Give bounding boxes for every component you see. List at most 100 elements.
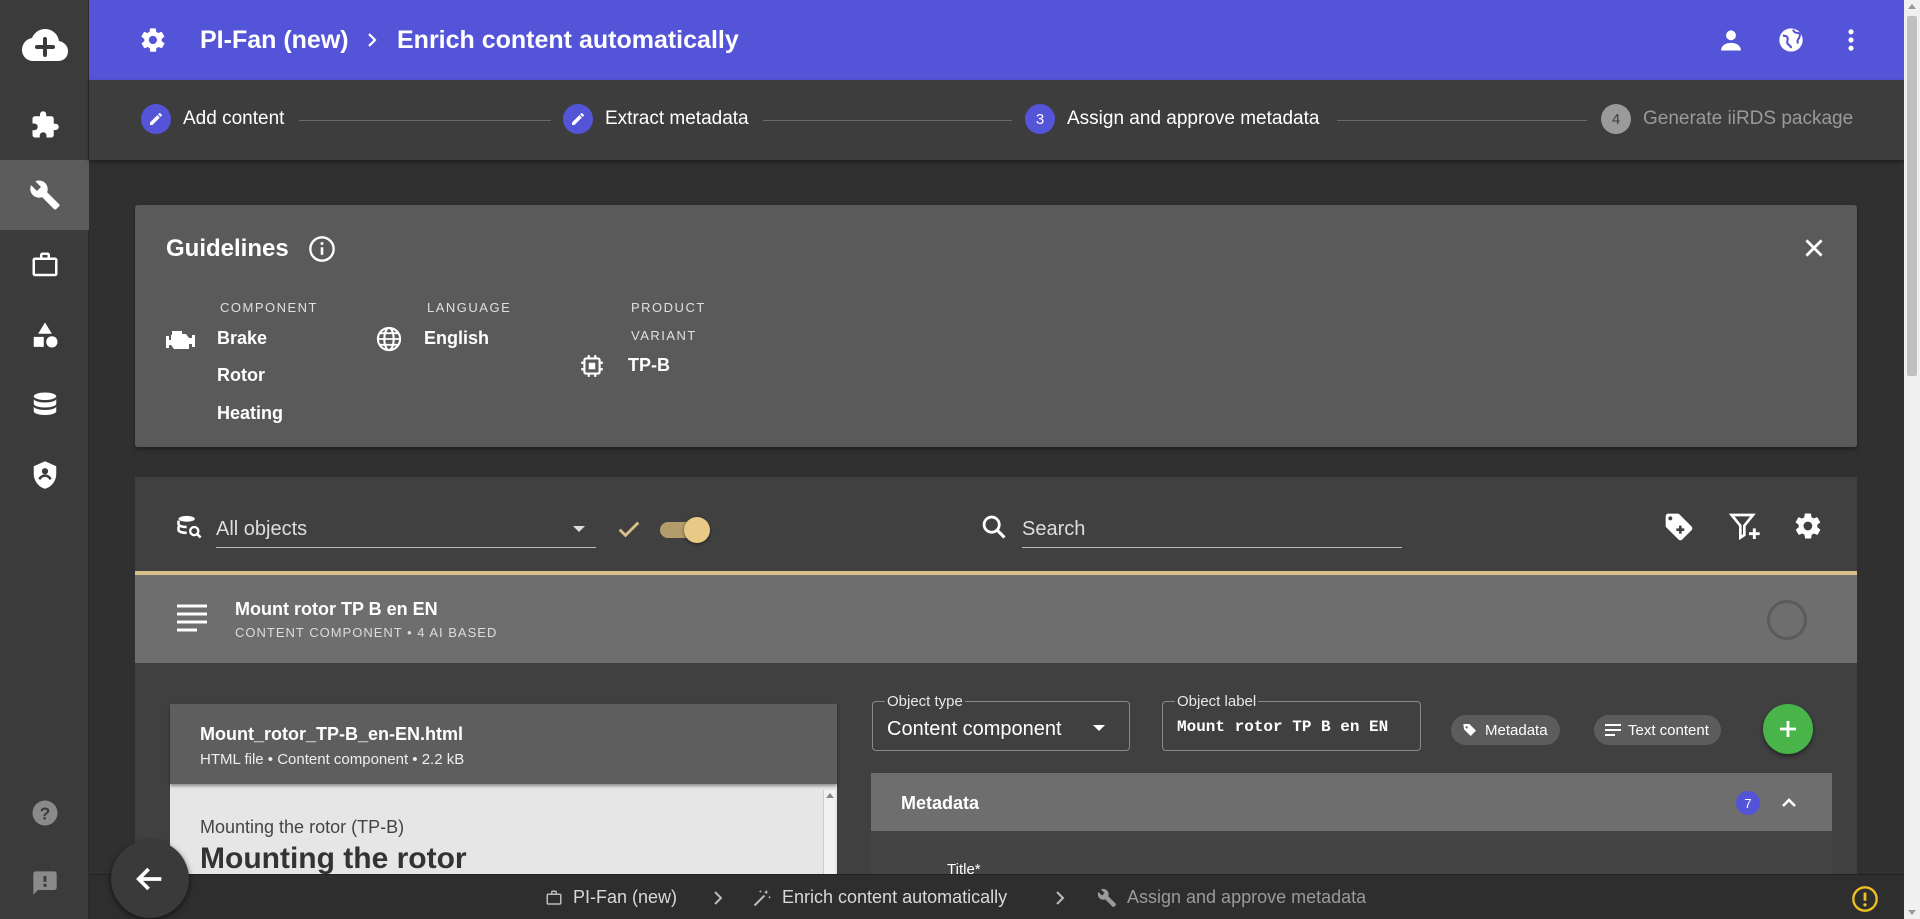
engine-icon xyxy=(166,327,196,353)
object-type-select[interactable]: Object type Content component xyxy=(872,693,1130,751)
object-label-field[interactable]: Object label Mount rotor TP B en EN xyxy=(1162,693,1421,751)
gear-icon[interactable] xyxy=(139,26,167,54)
header-page-title: Enrich content automatically xyxy=(397,26,739,54)
app-header: PI-Fan (new) Enrich content automaticall… xyxy=(89,0,1904,80)
bottom-crumb-project[interactable]: PI-Fan (new) xyxy=(545,887,677,908)
add-tag-icon[interactable] xyxy=(1663,511,1695,543)
pencil-icon xyxy=(563,104,593,134)
step-add-content[interactable]: Add content xyxy=(141,104,284,134)
dropdown-arrow-icon[interactable] xyxy=(571,523,587,535)
step-assign-approve-metadata[interactable]: 3 Assign and approve metadata xyxy=(1025,104,1319,134)
component-value: Brake xyxy=(217,328,268,348)
preview-title: Mounting the rotor xyxy=(200,842,467,875)
product-variant-label: VARIANT xyxy=(631,328,697,343)
text-lines-icon xyxy=(175,603,209,633)
step-connector xyxy=(763,120,1012,121)
user-icon[interactable] xyxy=(1717,26,1745,54)
product-variant-label: PRODUCT xyxy=(631,300,706,315)
chip-icon xyxy=(579,353,605,379)
text-content-chip-label: Text content xyxy=(1628,721,1709,739)
back-button[interactable] xyxy=(111,840,189,918)
bottom-crumb-label: PI-Fan (new) xyxy=(573,887,678,907)
object-label-label: Object label xyxy=(1175,693,1259,710)
text-content-chip[interactable]: Text content xyxy=(1594,715,1721,745)
scroll-up-icon[interactable] xyxy=(1908,4,1916,9)
workflow-stepper: Add content Extract metadata 3 Assign an… xyxy=(89,80,1904,160)
globe-icon[interactable] xyxy=(1777,26,1805,54)
metadata-chip[interactable]: Metadata xyxy=(1451,715,1560,745)
help-icon[interactable]: ? xyxy=(0,778,89,848)
language-label: LANGUAGE xyxy=(427,300,512,315)
text-lines-icon xyxy=(1605,724,1621,736)
step-label: Generate iiRDS package xyxy=(1643,108,1854,129)
chevron-right-icon xyxy=(711,888,725,908)
file-meta: HTML file • Content component • 2.2 kB xyxy=(200,751,465,768)
guidelines-title: Guidelines xyxy=(166,235,289,262)
select-underline xyxy=(216,547,596,548)
plus-icon xyxy=(1780,721,1796,737)
magic-wand-icon xyxy=(753,889,772,906)
more-vert-icon[interactable] xyxy=(1837,26,1865,54)
scroll-up-icon[interactable] xyxy=(826,793,834,798)
dropdown-arrow-icon xyxy=(1091,722,1107,734)
database-icon[interactable] xyxy=(0,370,89,440)
step-label: Assign and approve metadata xyxy=(1067,108,1320,129)
objects-panel: All objects Search Mount rotor TP B en E… xyxy=(135,477,1857,919)
add-button[interactable] xyxy=(1763,704,1813,754)
bottom-crumb-current: Assign and approve metadata xyxy=(1097,887,1366,908)
scroll-down-icon[interactable] xyxy=(1908,910,1916,915)
bottom-crumb-label: Assign and approve metadata xyxy=(1127,887,1367,907)
briefcase-icon xyxy=(546,890,562,905)
component-label: COMPONENT xyxy=(220,300,318,315)
briefcase-icon[interactable] xyxy=(0,230,89,300)
approved-toggle[interactable] xyxy=(660,517,710,543)
step-label: Add content xyxy=(183,108,285,129)
puzzle-icon[interactable] xyxy=(0,90,89,160)
chevron-up-icon[interactable] xyxy=(1777,791,1801,815)
object-type-label: Object type xyxy=(885,693,965,710)
left-nav-rail: ? xyxy=(0,0,89,919)
object-type-value: Content component xyxy=(887,718,1062,740)
page-scrollbar[interactable] xyxy=(1904,0,1920,919)
file-header: Mount_rotor_TP-B_en-EN.html HTML file • … xyxy=(170,704,837,784)
step-connector xyxy=(1337,120,1587,121)
add-filter-icon[interactable] xyxy=(1729,511,1761,543)
step-number: 3 xyxy=(1025,104,1055,134)
object-subtitle: CONTENT COMPONENT • 4 AI BASED xyxy=(235,625,498,640)
shapes-icon[interactable] xyxy=(0,300,89,370)
metadata-title: Metadata xyxy=(901,793,980,813)
step-generate-iirds[interactable]: 4 Generate iiRDS package xyxy=(1601,104,1853,134)
chevron-right-icon xyxy=(362,28,382,52)
scroll-thumb[interactable] xyxy=(1907,16,1917,376)
product-variant-value: TP-B xyxy=(628,355,670,375)
wrench-icon[interactable] xyxy=(0,160,89,230)
warning-icon[interactable] xyxy=(1851,885,1879,913)
search-icon xyxy=(980,513,1008,541)
metadata-section-header[interactable]: Metadata 7 xyxy=(871,773,1832,831)
step-connector xyxy=(299,120,551,121)
bottom-crumb-label: Enrich content automatically xyxy=(782,887,1008,907)
chevron-right-icon xyxy=(1053,888,1067,908)
settings-icon[interactable] xyxy=(1793,511,1823,541)
object-row[interactable]: Mount rotor TP B en EN CONTENT COMPONENT… xyxy=(135,575,1857,663)
pencil-icon xyxy=(141,104,171,134)
bottom-crumb-page[interactable]: Enrich content automatically xyxy=(752,887,1007,908)
step-extract-metadata[interactable]: Extract metadata xyxy=(563,104,749,134)
search-input[interactable]: Search xyxy=(1022,518,1085,541)
component-value: Rotor xyxy=(217,365,265,385)
object-filter-select[interactable]: All objects xyxy=(216,518,307,541)
shield-icon[interactable] xyxy=(0,440,89,510)
info-icon[interactable] xyxy=(308,235,336,263)
cloud-upload-icon[interactable] xyxy=(0,10,89,80)
language-value: English xyxy=(424,328,490,348)
svg-text:?: ? xyxy=(39,803,50,823)
step-number: 4 xyxy=(1601,104,1631,134)
bottom-breadcrumb-bar: PI-Fan (new) Enrich content automaticall… xyxy=(89,874,1904,919)
close-icon[interactable] xyxy=(1801,235,1827,261)
feedback-icon[interactable] xyxy=(0,848,89,918)
filter-bar: All objects Search xyxy=(135,477,1857,573)
header-project-link[interactable]: PI-Fan (new) xyxy=(200,26,349,55)
metadata-chip-label: Metadata xyxy=(1485,721,1548,739)
metadata-count-badge: 7 xyxy=(1736,791,1760,815)
globe-icon xyxy=(375,325,403,353)
